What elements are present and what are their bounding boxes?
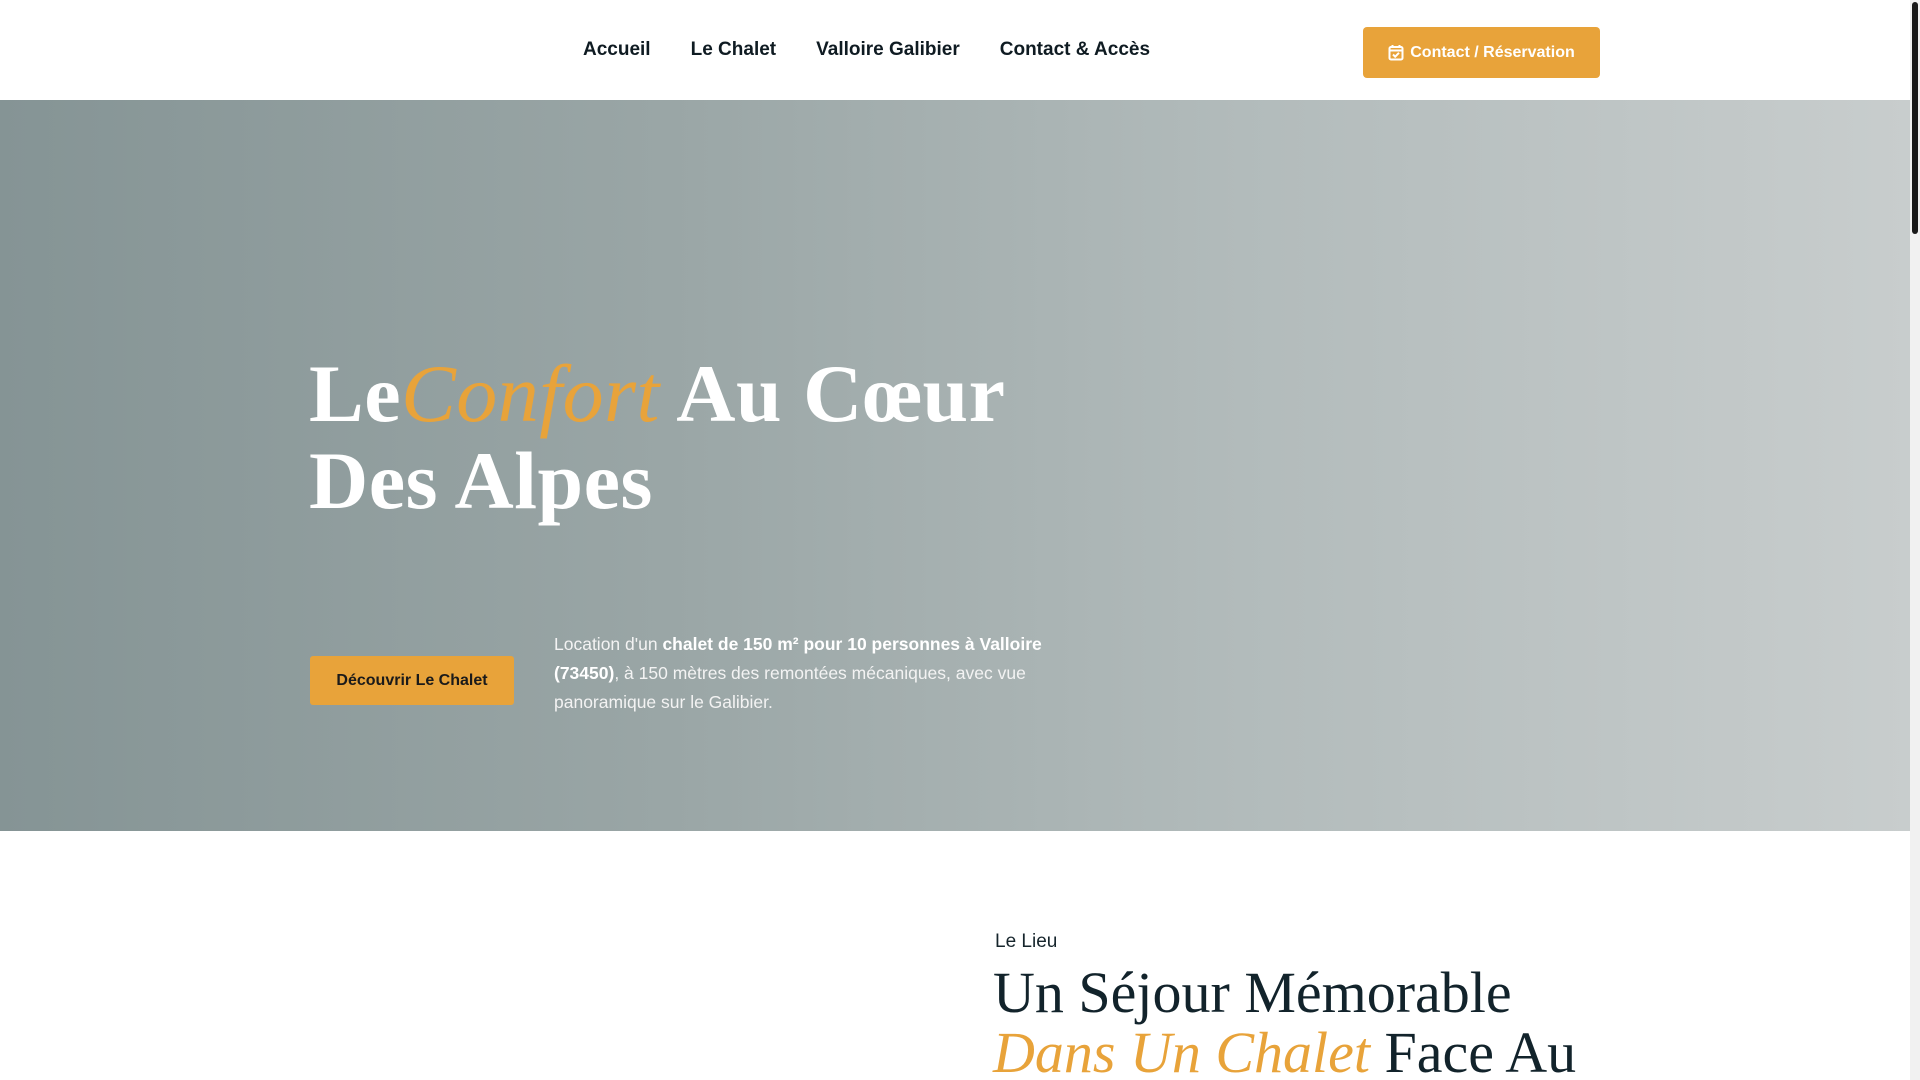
hero-description: Location d'un chalet de 150 m² pour 10 p… xyxy=(554,630,1044,717)
section-title-accent: Dans Un Chalet xyxy=(993,1020,1370,1080)
hero-desc-part2: , à 150 mètres des remontées mécaniques,… xyxy=(554,663,1026,712)
page: Accueil Le Chalet Valloire Galibier Cont… xyxy=(0,0,1920,1080)
hero-section: LeConfort Au Cœur Des Alpes Découvrir Le… xyxy=(0,100,1910,831)
hero-title: LeConfort Au Cœur Des Alpes xyxy=(309,350,1069,524)
discover-chalet-button[interactable]: Découvrir Le Chalet xyxy=(310,656,514,705)
hero-title-accent: Confort xyxy=(401,348,660,439)
calendar-check-icon xyxy=(1388,44,1404,61)
hero-title-part1: Le xyxy=(309,348,402,439)
page-scrollbar[interactable] xyxy=(1910,0,1920,1080)
nav-item-contact-acces[interactable]: Contact & Accès xyxy=(980,39,1170,61)
hero-desc-part1: Location d'un xyxy=(554,634,663,654)
nav-item-le-chalet[interactable]: Le Chalet xyxy=(671,39,797,61)
section-title-line1: Un Séjour Mémorable xyxy=(993,960,1512,1025)
contact-reservation-button[interactable]: Contact / Réservation xyxy=(1363,27,1600,78)
nav-item-accueil[interactable]: Accueil xyxy=(563,39,671,61)
cta-label: Contact / Réservation xyxy=(1410,43,1575,61)
site-header: Accueil Le Chalet Valloire Galibier Cont… xyxy=(0,0,1910,100)
main-nav: Accueil Le Chalet Valloire Galibier Cont… xyxy=(563,0,1170,100)
section-eyebrow: Le Lieu xyxy=(995,931,1058,952)
section-title: Un Séjour Mémorable Dans Un Chalet Face A… xyxy=(993,963,1693,1080)
nav-item-valloire-galibier[interactable]: Valloire Galibier xyxy=(796,39,980,61)
scrollbar-thumb[interactable] xyxy=(1912,2,1918,234)
section-title-rest: Face Au xyxy=(1370,1020,1577,1080)
